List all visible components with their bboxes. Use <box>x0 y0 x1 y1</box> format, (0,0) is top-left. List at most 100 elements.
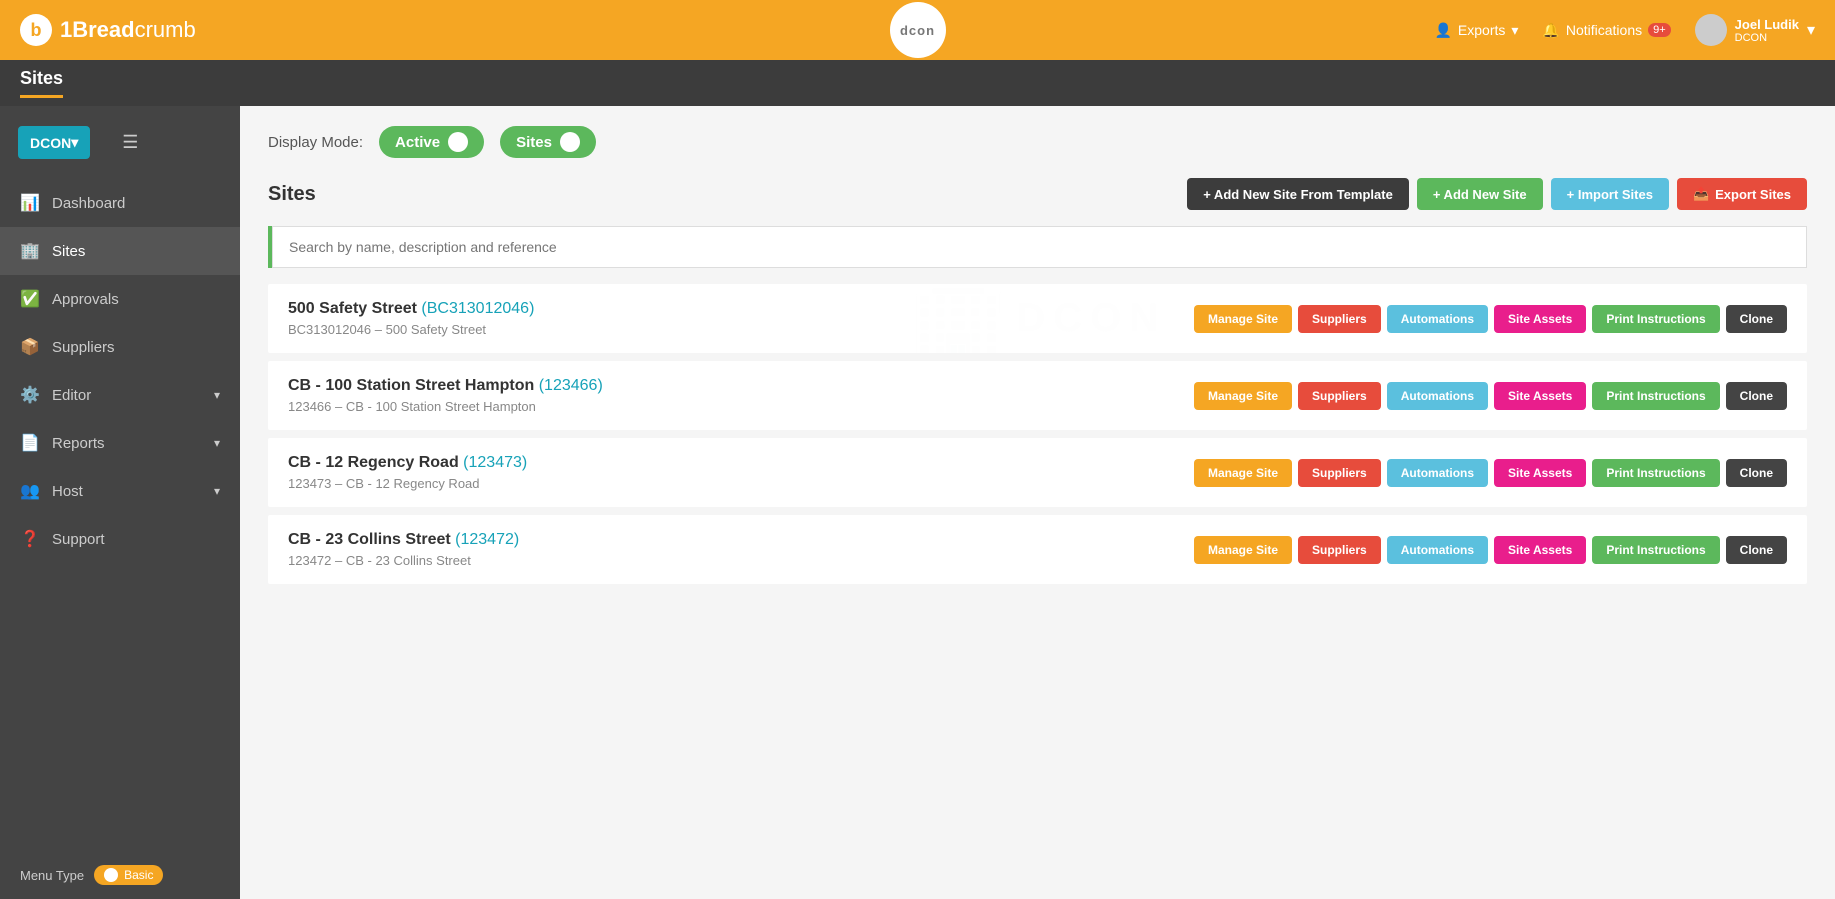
site-name: CB - 100 Station Street Hampton (123466) <box>288 377 1194 395</box>
dashboard-icon: 📊 <box>20 193 40 213</box>
suppliers-button[interactable]: Suppliers <box>1298 536 1381 564</box>
dcon-button[interactable]: DCON ▾ <box>18 126 90 159</box>
user-chevron: ▾ <box>1807 20 1815 40</box>
menu-type-toggle[interactable]: Basic <box>94 865 163 885</box>
site-actions: Manage Site Suppliers Automations Site A… <box>1194 459 1787 491</box>
site-info: CB - 100 Station Street Hampton (123466)… <box>288 377 1194 414</box>
sidebar-item-approvals[interactable]: ✅ Approvals <box>0 275 240 323</box>
sidebar-item-host[interactable]: 👥 Host ▾ <box>0 467 240 515</box>
site-assets-button[interactable]: Site Assets <box>1494 382 1586 410</box>
sidebar-item-label: Host <box>52 483 83 500</box>
site-card: CB - 12 Regency Road (123473) 123473 – C… <box>268 438 1807 507</box>
export-sites-button[interactable]: 📤 Export Sites <box>1677 178 1807 210</box>
automations-button[interactable]: Automations <box>1387 382 1488 410</box>
manage-site-button[interactable]: Manage Site <box>1194 459 1292 487</box>
user-company: DCON <box>1735 32 1799 44</box>
display-mode-bar: Display Mode: Active Sites <box>268 126 1807 158</box>
user-avatar <box>1695 14 1727 46</box>
site-sub: 123466 – CB - 100 Station Street Hampton <box>288 399 1194 414</box>
site-card: CB - 23 Collins Street (123472) 123472 –… <box>268 515 1807 584</box>
suppliers-icon: 📦 <box>20 337 40 357</box>
user-menu[interactable]: Joel Ludik DCON ▾ <box>1695 14 1815 46</box>
import-sites-button[interactable]: + Import Sites <box>1551 178 1669 210</box>
site-card-content: CB - 23 Collins Street (123472) 123472 –… <box>268 515 1807 584</box>
sidebar-item-dashboard[interactable]: 📊 Dashboard <box>0 179 240 227</box>
active-toggle[interactable]: Active <box>379 126 484 158</box>
site-name: 500 Safety Street (BC313012046) <box>288 300 1194 318</box>
notifications-button[interactable]: 🔔 Notifications 9+ <box>1542 22 1670 39</box>
action-buttons: + Add New Site From Template + Add New S… <box>1187 178 1807 210</box>
site-assets-button[interactable]: Site Assets <box>1494 536 1586 564</box>
support-icon: ❓ <box>20 529 40 549</box>
manage-site-button[interactable]: Manage Site <box>1194 305 1292 333</box>
search-bar <box>268 226 1807 268</box>
reports-chevron: ▾ <box>214 436 220 450</box>
top-header: b 1Breadcrumb dcon 👤 Exports ▾ 🔔 Notific… <box>0 0 1835 60</box>
sites-section-header: Sites + Add New Site From Template + Add… <box>268 178 1807 210</box>
site-info: 500 Safety Street (BC313012046) BC313012… <box>288 300 1194 337</box>
export-sites-icon: 📤 <box>1693 186 1709 202</box>
header-center-logo: dcon <box>890 2 946 58</box>
main-content: Display Mode: Active Sites Sites + Add N… <box>240 106 1835 899</box>
site-card-content: CB - 100 Station Street Hampton (123466)… <box>268 361 1807 430</box>
site-sub: BC313012046 – 500 Safety Street <box>288 322 1194 337</box>
site-info: CB - 12 Regency Road (123473) 123473 – C… <box>288 454 1194 491</box>
sidebar-item-editor[interactable]: ⚙️ Editor ▾ <box>0 371 240 419</box>
print-instructions-button[interactable]: Print Instructions <box>1592 536 1719 564</box>
exports-button[interactable]: 👤 Exports ▾ <box>1434 22 1518 39</box>
site-card: CB - 100 Station Street Hampton (123466)… <box>268 361 1807 430</box>
automations-button[interactable]: Automations <box>1387 536 1488 564</box>
export-icon: 👤 <box>1434 22 1451 39</box>
clone-button[interactable]: Clone <box>1726 459 1787 487</box>
sites-list: 500 Safety Street (BC313012046) BC313012… <box>268 284 1807 584</box>
site-actions: Manage Site Suppliers Automations Site A… <box>1194 305 1787 337</box>
display-mode-label: Display Mode: <box>268 134 363 151</box>
logo-icon: b <box>20 14 52 46</box>
sidebar-item-label: Editor <box>52 387 91 404</box>
automations-button[interactable]: Automations <box>1387 305 1488 333</box>
automations-button[interactable]: Automations <box>1387 459 1488 487</box>
host-icon: 👥 <box>20 481 40 501</box>
sidebar-item-label: Approvals <box>52 291 119 308</box>
logo-area: b 1Breadcrumb <box>20 14 196 46</box>
layout: DCON ▾ ☰ 📊 Dashboard 🏢 Sites ✅ Approvals… <box>0 106 1835 899</box>
site-card-content: CB - 12 Regency Road (123473) 123473 – C… <box>268 438 1807 507</box>
add-new-site-button[interactable]: + Add New Site <box>1417 178 1543 210</box>
clone-button[interactable]: Clone <box>1726 305 1787 333</box>
clone-button[interactable]: Clone <box>1726 382 1787 410</box>
user-info: Joel Ludik DCON <box>1735 17 1799 44</box>
add-from-template-button[interactable]: + Add New Site From Template <box>1187 178 1409 210</box>
sidebar-toggle[interactable]: ☰ <box>110 124 150 161</box>
logo-text: 1Breadcrumb <box>60 17 196 43</box>
suppliers-button[interactable]: Suppliers <box>1298 459 1381 487</box>
search-input[interactable] <box>272 226 1807 268</box>
site-assets-button[interactable]: Site Assets <box>1494 459 1586 487</box>
user-name: Joel Ludik <box>1735 17 1799 32</box>
sidebar-item-sites[interactable]: 🏢 Sites <box>0 227 240 275</box>
print-instructions-button[interactable]: Print Instructions <box>1592 382 1719 410</box>
dcon-center-logo: dcon <box>890 2 946 58</box>
sidebar-item-support[interactable]: ❓ Support <box>0 515 240 563</box>
menu-type-value: Basic <box>124 868 153 882</box>
dcon-chevron: ▾ <box>71 134 78 151</box>
sidebar-item-label: Suppliers <box>52 339 115 356</box>
manage-site-button[interactable]: Manage Site <box>1194 536 1292 564</box>
sidebar-item-suppliers[interactable]: 📦 Suppliers <box>0 323 240 371</box>
print-instructions-button[interactable]: Print Instructions <box>1592 305 1719 333</box>
clone-button[interactable]: Clone <box>1726 536 1787 564</box>
sidebar-item-label: Reports <box>52 435 105 452</box>
menu-type-label: Menu Type <box>20 868 84 883</box>
header-right: 👤 Exports ▾ 🔔 Notifications 9+ Joel Ludi… <box>1434 14 1815 46</box>
manage-site-button[interactable]: Manage Site <box>1194 382 1292 410</box>
print-instructions-button[interactable]: Print Instructions <box>1592 459 1719 487</box>
editor-icon: ⚙️ <box>20 385 40 405</box>
sites-toggle[interactable]: Sites <box>500 126 596 158</box>
sidebar-item-label: Support <box>52 531 105 548</box>
notifications-badge: 9+ <box>1648 23 1671 37</box>
suppliers-button[interactable]: Suppliers <box>1298 305 1381 333</box>
suppliers-button[interactable]: Suppliers <box>1298 382 1381 410</box>
site-assets-button[interactable]: Site Assets <box>1494 305 1586 333</box>
menu-type-area: Menu Type Basic <box>0 851 240 899</box>
site-name: CB - 23 Collins Street (123472) <box>288 531 1194 549</box>
sidebar-item-reports[interactable]: 📄 Reports ▾ <box>0 419 240 467</box>
